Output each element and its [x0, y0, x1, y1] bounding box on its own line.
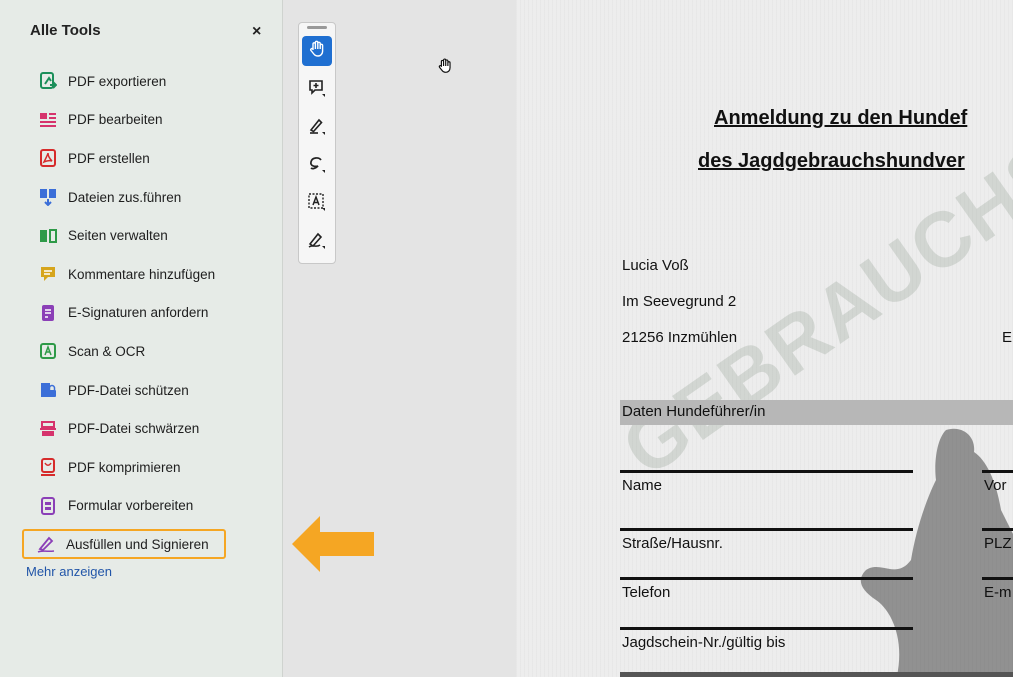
show-more-link[interactable]: Mehr anzeigen [26, 564, 112, 579]
field-label-hunting-license: Jagdschein-Nr./gültig bis [622, 634, 786, 651]
field-label-name: Name [622, 477, 663, 494]
field-line [982, 470, 1013, 473]
tool-pdf-edit[interactable]: PDF bearbeiten [26, 101, 276, 140]
hand-icon [307, 39, 327, 64]
freehand-draw-button[interactable] [302, 151, 332, 181]
field-label-firstname: Vor [984, 477, 1007, 494]
sender-street: Im Seevegrund 2 [622, 293, 737, 310]
pdf-create-icon [38, 148, 58, 168]
fill-sign-icon [36, 534, 56, 554]
field-label-phone: Telefon [622, 584, 671, 601]
tool-label: Seiten verwalten [68, 228, 168, 244]
field-line [620, 627, 913, 630]
lasso-draw-icon [307, 154, 327, 179]
tool-label: PDF-Datei schützen [68, 382, 189, 398]
pdf-export-icon [38, 71, 58, 91]
tool-compress-pdf[interactable]: PDF komprimieren [26, 448, 276, 487]
field-line [620, 577, 913, 580]
toolbar-grip[interactable] [307, 26, 327, 29]
draw-pen-button[interactable] [302, 113, 332, 143]
pdf-edit-icon [38, 110, 58, 130]
field-line [982, 528, 1013, 531]
tool-scan-ocr[interactable]: Scan & OCR [26, 332, 276, 371]
prepare-form-icon [38, 496, 58, 516]
tool-label: Ausfüllen und Signieren [66, 536, 209, 552]
sender-city: 21256 Inzmühlen [622, 329, 738, 346]
sign-icon [307, 230, 327, 255]
tool-request-esignatures[interactable]: E-Signaturen anfordern [26, 294, 276, 333]
document-title-line1: Anmeldung zu den Hundef [714, 107, 968, 129]
field-line [620, 672, 1013, 677]
right-text-fragment: E [1002, 329, 1013, 346]
tool-label: Dateien zus.führen [68, 189, 182, 205]
tool-pdf-create[interactable]: PDF erstellen [26, 139, 276, 178]
highlight-arrow [292, 516, 374, 572]
tool-organize-pages[interactable]: Seiten verwalten [26, 216, 276, 255]
add-comment-icon [307, 78, 327, 103]
tool-list: PDF exportieren PDF bearbeiten PDF erste… [22, 62, 276, 560]
comment-icon [38, 264, 58, 284]
panel-title: Alle Tools [30, 22, 101, 39]
request-signature-icon [38, 303, 58, 323]
hand-cursor-icon [438, 58, 451, 73]
tool-fill-and-sign[interactable]: Ausfüllen und Signieren [22, 529, 226, 560]
combine-files-icon [38, 187, 58, 207]
tool-label: Kommentare hinzufügen [68, 266, 216, 282]
pen-icon [307, 116, 327, 141]
tool-redact-pdf[interactable]: PDF-Datei schwärzen [26, 409, 276, 448]
field-line [620, 528, 913, 531]
tool-pdf-export[interactable]: PDF exportieren [26, 62, 276, 101]
field-label-zip: PLZ [984, 535, 1012, 552]
all-tools-panel: Alle Tools × PDF exportieren PDF bearbei… [0, 0, 283, 677]
pdf-page: GEBRAUCHS Anmeldung zu den Hundef des Ja… [516, 0, 1013, 677]
compress-icon [38, 457, 58, 477]
tool-label: PDF bearbeiten [68, 112, 163, 128]
tool-label: Scan & OCR [68, 343, 146, 359]
close-panel-button[interactable]: × [252, 22, 261, 42]
text-select-button[interactable] [302, 189, 332, 219]
field-line [620, 470, 913, 473]
quick-tools-toolbar [298, 22, 336, 264]
tool-add-comments[interactable]: Kommentare hinzufügen [26, 255, 276, 294]
field-line [982, 577, 1013, 580]
tool-label: PDF exportieren [68, 73, 167, 89]
tool-combine-files[interactable]: Dateien zus.führen [26, 178, 276, 217]
tool-label: PDF-Datei schwärzen [68, 421, 200, 437]
organize-pages-icon [38, 226, 58, 246]
scan-ocr-icon [38, 341, 58, 361]
tool-label: Formular vorbereiten [68, 498, 194, 514]
field-label-street: Straße/Hausnr. [622, 535, 723, 552]
document-title-line2: des Jagdgebrauchshundver [698, 150, 965, 172]
tool-label: E-Signaturen anfordern [68, 305, 209, 321]
section-header: Daten Hundeführer/in [622, 403, 766, 420]
tool-label: PDF komprimieren [68, 459, 181, 475]
hand-tool-button[interactable] [302, 36, 332, 66]
field-label-email: E-m [984, 584, 1012, 601]
tool-prepare-form[interactable]: Formular vorbereiten [26, 487, 276, 526]
tool-protect-pdf[interactable]: PDF-Datei schützen [26, 371, 276, 410]
sender-name: Lucia Voß [622, 257, 689, 274]
text-select-icon [307, 192, 327, 217]
sign-button[interactable] [302, 227, 332, 257]
protect-icon [38, 380, 58, 400]
tool-label: PDF erstellen [68, 150, 150, 166]
redact-icon [38, 419, 58, 439]
add-comment-button[interactable] [302, 75, 332, 105]
